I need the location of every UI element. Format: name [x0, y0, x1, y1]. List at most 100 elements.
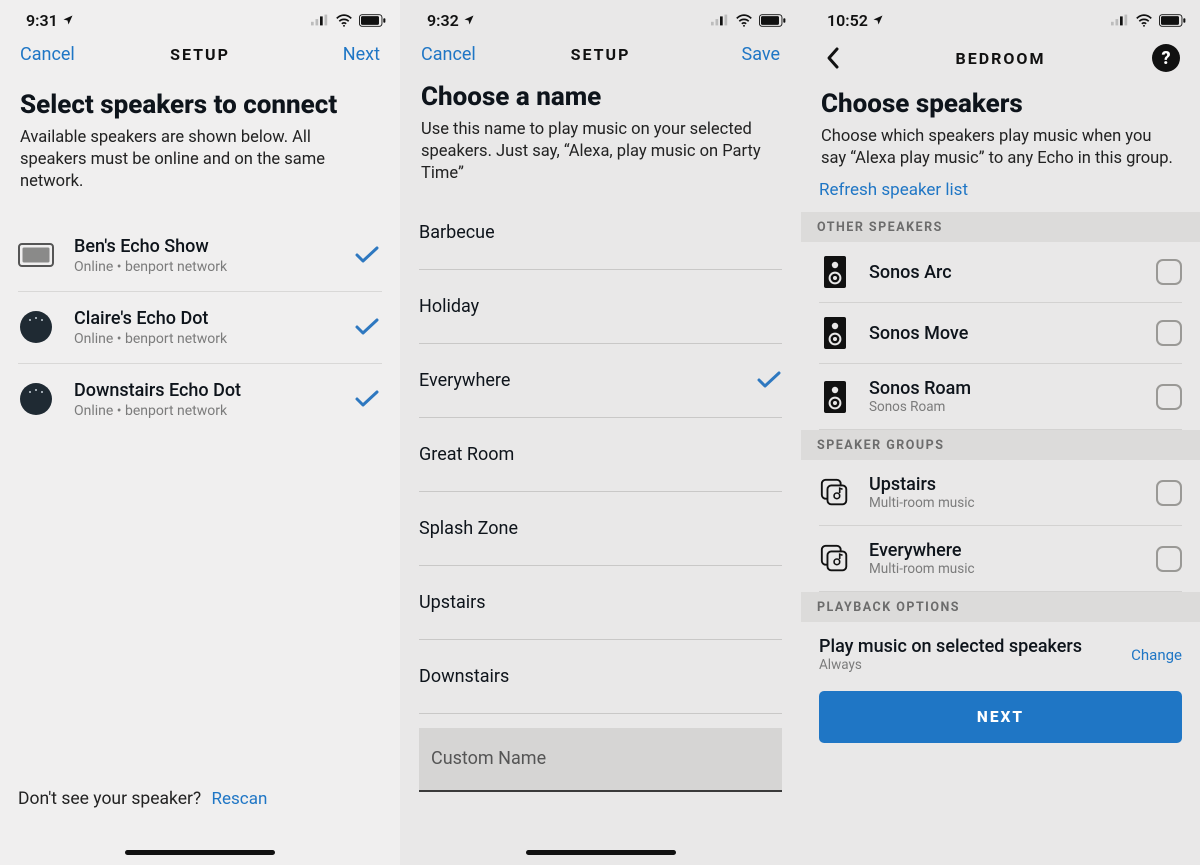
name-option[interactable]: Great Room [419, 418, 782, 492]
section-playback-options: PLAYBACK OPTIONS [801, 592, 1200, 622]
refresh-speaker-list-link[interactable]: Refresh speaker list [819, 180, 968, 200]
speaker-icon [819, 317, 851, 349]
cellular-icon [711, 14, 729, 26]
page-title: Select speakers to connect [20, 91, 382, 121]
speaker-status: Online • benport network [74, 403, 332, 419]
speaker-name: Sonos Arc [869, 262, 1138, 283]
checkmark-icon [352, 245, 382, 265]
speaker-row[interactable]: Sonos Roam Sonos Roam [819, 364, 1182, 430]
cancel-button[interactable]: Cancel [20, 44, 75, 65]
screen-setup-choose-name: 9:32 Cancel SETUP Save Choose a name Use… [400, 0, 800, 865]
speaker-group-icon [819, 477, 851, 509]
page-subtitle: Available speakers are shown below. All … [20, 127, 380, 194]
speaker-status: Online • benport network [74, 331, 332, 347]
cancel-button[interactable]: Cancel [421, 44, 476, 65]
status-bar: 10:52 [801, 0, 1200, 34]
status-bar: 9:32 [401, 0, 800, 34]
rescan-link[interactable]: Rescan [212, 789, 268, 809]
cellular-icon [1111, 14, 1129, 26]
nav-bar: Cancel SETUP Next [0, 34, 400, 73]
help-button[interactable]: ? [1152, 44, 1180, 72]
name-option[interactable]: Barbecue [419, 196, 782, 270]
playback-change-link[interactable]: Change [1131, 646, 1182, 664]
speaker-sub: Sonos Roam [869, 399, 1138, 415]
speaker-row[interactable]: Sonos Move [819, 303, 1182, 364]
custom-name-placeholder: Custom Name [431, 748, 546, 769]
nav-title: BEDROOM [956, 49, 1046, 68]
nav-bar: Cancel SETUP Save [401, 34, 800, 73]
speaker-row[interactable]: Sonos Arc [819, 242, 1182, 303]
section-speaker-groups: SPEAKER GROUPS [801, 430, 1200, 460]
speaker-name: Sonos Roam [869, 378, 1138, 399]
cellular-icon [311, 14, 329, 26]
back-button[interactable] [821, 46, 845, 70]
battery-icon [759, 14, 786, 27]
speaker-row[interactable]: Ben's Echo Show Online • benport network [18, 220, 382, 292]
speaker-name: Claire's Echo Dot [74, 308, 332, 329]
name-label: Splash Zone [419, 518, 518, 539]
footer-text: Don't see your speaker? [18, 789, 201, 809]
custom-name-input[interactable]: Custom Name [419, 728, 782, 792]
speaker-name: Sonos Move [869, 323, 1138, 344]
save-button[interactable]: Save [742, 44, 781, 65]
speaker-icon [819, 256, 851, 288]
checkbox[interactable] [1156, 480, 1182, 506]
checkbox[interactable] [1156, 259, 1182, 285]
checkbox[interactable] [1156, 384, 1182, 410]
section-other-speakers: OTHER SPEAKERS [801, 212, 1200, 242]
speaker-icon [819, 381, 851, 413]
group-sub: Multi-room music [869, 561, 1138, 577]
page-title: Choose speakers [821, 90, 1182, 120]
playback-label: Play music on selected speakers [819, 636, 1082, 657]
speaker-row[interactable]: Claire's Echo Dot Online • benport netwo… [18, 292, 382, 364]
name-option[interactable]: Splash Zone [419, 492, 782, 566]
speaker-status: Online • benport network [74, 259, 332, 275]
name-label: Great Room [419, 444, 514, 465]
speaker-row[interactable]: Downstairs Echo Dot Online • benport net… [18, 364, 382, 435]
home-indicator[interactable] [526, 850, 676, 855]
page-subtitle: Choose which speakers play music when yo… [821, 126, 1180, 171]
checkbox[interactable] [1156, 546, 1182, 572]
name-option[interactable]: Everywhere [419, 344, 782, 418]
checkmark-icon [352, 317, 382, 337]
group-row[interactable]: Everywhere Multi-room music [819, 526, 1182, 592]
screen-setup-select-speakers: 9:31 Cancel SETUP Next Select speakers t… [0, 0, 400, 865]
screen-bedroom-choose-speakers: 10:52 BEDROOM ? Choose [800, 0, 1200, 865]
echo-dot-icon [18, 381, 54, 417]
group-sub: Multi-room music [869, 495, 1138, 511]
group-row[interactable]: Upstairs Multi-room music [819, 460, 1182, 526]
location-icon [62, 14, 74, 26]
status-time: 10:52 [827, 11, 868, 30]
speaker-list: Ben's Echo Show Online • benport network… [18, 220, 382, 435]
speaker-name: Downstairs Echo Dot [74, 380, 332, 401]
name-label: Downstairs [419, 666, 509, 687]
next-primary-button[interactable]: NEXT [819, 691, 1182, 743]
name-option[interactable]: Holiday [419, 270, 782, 344]
name-label: Holiday [419, 296, 479, 317]
status-time: 9:31 [26, 11, 58, 30]
location-icon [872, 14, 884, 26]
name-label: Barbecue [419, 222, 495, 243]
name-option[interactable]: Upstairs [419, 566, 782, 640]
nav-title: SETUP [170, 45, 230, 64]
checkmark-icon [352, 389, 382, 409]
wifi-icon [1135, 14, 1153, 27]
next-button[interactable]: Next [343, 44, 380, 65]
wifi-icon [335, 14, 353, 27]
checkmark-icon [756, 370, 782, 390]
playback-value: Always [819, 657, 1082, 673]
wifi-icon [735, 14, 753, 27]
location-icon [463, 14, 475, 26]
name-option[interactable]: Downstairs [419, 640, 782, 714]
speaker-name: Ben's Echo Show [74, 236, 332, 257]
name-label: Upstairs [419, 592, 486, 613]
status-bar: 9:31 [0, 0, 400, 34]
playback-row: Play music on selected speakers Always C… [819, 622, 1182, 681]
checkbox[interactable] [1156, 320, 1182, 346]
home-indicator[interactable] [125, 850, 275, 855]
group-name: Everywhere [869, 540, 1138, 561]
nav-bar: BEDROOM ? [801, 34, 1200, 80]
status-time: 9:32 [427, 11, 459, 30]
echo-dot-icon [18, 309, 54, 345]
page-title: Choose a name [421, 83, 782, 113]
